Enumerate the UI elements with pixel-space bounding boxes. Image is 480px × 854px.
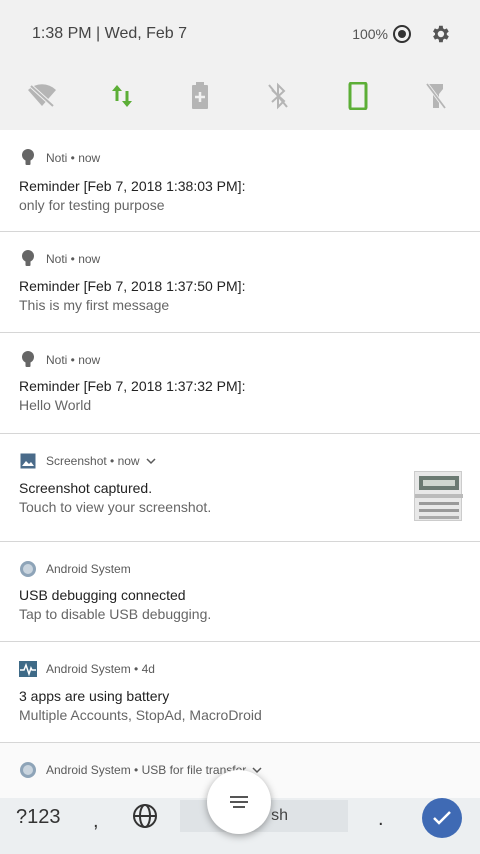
notification-app-label: Noti • now [46, 353, 101, 367]
lightbulb-icon [19, 250, 37, 268]
battery-level: 100% [352, 26, 388, 42]
notification-app-label: Noti • now [46, 151, 101, 165]
notification-noti-2[interactable]: Noti • now Reminder [Feb 7, 2018 1:37:50… [0, 232, 480, 333]
comma-key[interactable]: , [93, 810, 99, 833]
chevron-down-icon[interactable] [146, 457, 156, 465]
lightbulb-icon [19, 149, 37, 167]
period-key[interactable]: . [378, 808, 384, 831]
notification-body: Multiple Accounts, StopAd, MacroDroid [19, 707, 262, 723]
notification-screenshot[interactable]: Screenshot • now Screenshot captured. To… [0, 434, 480, 542]
auto-rotate-icon[interactable] [338, 76, 378, 116]
notification-noti-3[interactable]: Noti • now Reminder [Feb 7, 2018 1:37:32… [0, 333, 480, 434]
notification-app-label: Android System • 4d [46, 662, 155, 676]
notification-title: Reminder [Feb 7, 2018 1:37:32 PM]: [19, 378, 246, 394]
notification-noti-1[interactable]: Noti • now Reminder [Feb 7, 2018 1:38:03… [0, 130, 480, 232]
notification-body: only for testing purpose [19, 197, 165, 213]
battery-saver-icon[interactable] [180, 76, 220, 116]
notification-app-label: Android System [46, 562, 131, 576]
quick-settings-row [0, 76, 480, 116]
notification-body: Hello World [19, 397, 92, 413]
notification-battery-usage[interactable]: Android System • 4d 3 apps are using bat… [0, 642, 480, 743]
notification-title: Screenshot captured. [19, 480, 153, 496]
enter-check-button[interactable] [422, 798, 462, 838]
gear-icon[interactable] [429, 23, 451, 45]
flashlight-off-icon[interactable] [416, 76, 456, 116]
wifi-off-icon[interactable] [22, 76, 62, 116]
activity-icon [19, 660, 37, 678]
target-icon[interactable] [392, 24, 412, 44]
notification-title: Reminder [Feb 7, 2018 1:38:03 PM]: [19, 178, 246, 194]
status-bar: 1:38 PM | Wed, Feb 7 100% [0, 0, 480, 70]
notification-title: USB debugging connected [19, 587, 186, 603]
globe-icon[interactable] [132, 803, 158, 834]
image-icon [19, 452, 37, 470]
notification-body: Tap to disable USB debugging. [19, 606, 212, 622]
time-date: 1:38 PM | Wed, Feb 7 [32, 25, 188, 42]
notification-body: This is my first message [19, 297, 170, 313]
android-system-icon [19, 761, 37, 779]
bluetooth-off-icon[interactable] [258, 76, 298, 116]
symbols-key[interactable]: ?123 [16, 806, 61, 829]
notification-app-label: Android System • USB for file transfer [46, 763, 247, 777]
lightbulb-icon [19, 351, 37, 369]
screenshot-thumbnail [414, 471, 463, 521]
data-transfer-icon[interactable] [102, 76, 142, 116]
notification-app-label: Screenshot • now [46, 454, 140, 468]
notification-title: Reminder [Feb 7, 2018 1:37:50 PM]: [19, 278, 246, 294]
notification-usb-debugging[interactable]: Android System USB debugging connected T… [0, 542, 480, 642]
clear-all-button[interactable] [207, 770, 271, 834]
space-key-label: sh [271, 807, 288, 824]
notification-body: Touch to view your screenshot. [19, 499, 212, 515]
notification-title: 3 apps are using battery [19, 688, 170, 704]
notification-app-label: Noti • now [46, 252, 101, 266]
android-system-icon [19, 560, 37, 578]
